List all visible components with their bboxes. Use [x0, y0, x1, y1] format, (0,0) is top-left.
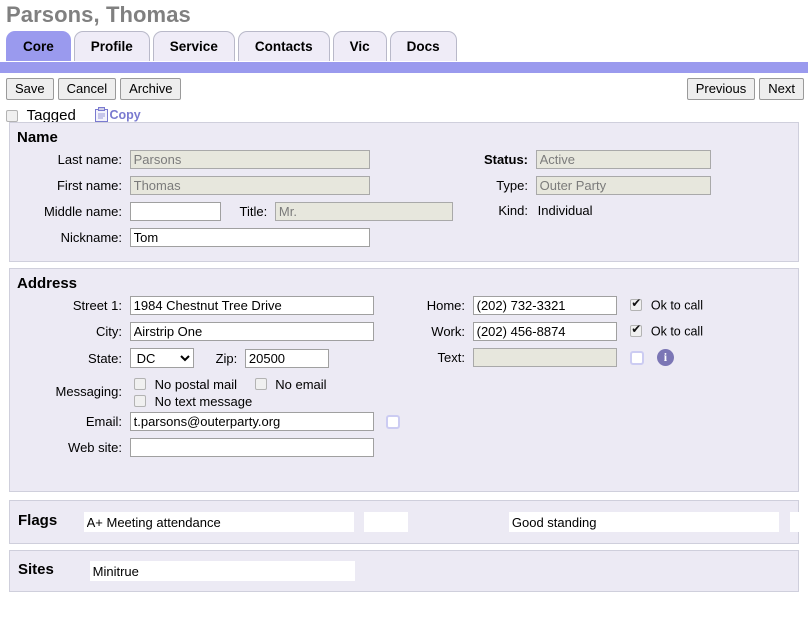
work-ok-to-call-checkbox[interactable] [630, 325, 642, 337]
sites-panel: Sites [9, 550, 799, 592]
flag-field-1[interactable] [84, 512, 354, 532]
toolbar-nav-group: PreviousNext [683, 78, 804, 100]
last-name-field[interactable] [130, 150, 370, 169]
flag-field-2[interactable] [509, 512, 779, 532]
info-icon[interactable]: i [657, 349, 674, 366]
no-postal-mail-label: No postal mail [155, 377, 237, 392]
type-label: Type: [440, 178, 528, 193]
home-phone-field[interactable] [473, 296, 617, 315]
sites-row: Sites [10, 551, 798, 581]
title-field[interactable] [275, 202, 453, 221]
no-text-message-label: No text message [155, 394, 253, 409]
zip-label: Zip: [205, 351, 237, 366]
tab-docs[interactable]: Docs [390, 31, 457, 61]
email-flag-checkbox[interactable] [386, 415, 400, 429]
work-ok-to-call-label: Ok to call [651, 325, 703, 339]
title-label: Title: [229, 204, 267, 219]
middle-name-field[interactable] [130, 202, 221, 221]
toolbar: SaveCancelArchive PreviousNext [0, 73, 808, 101]
first-name-label: First name: [10, 178, 122, 193]
first-name-field[interactable] [130, 176, 370, 195]
middle-name-label: Middle name: [10, 204, 122, 219]
no-email-label: No email [275, 377, 326, 392]
tab-strip: CoreProfileServiceContactsVicDocs [0, 31, 808, 62]
no-email-checkbox[interactable] [255, 378, 267, 390]
no-text-message-checkbox[interactable] [134, 395, 146, 407]
email-field[interactable] [130, 412, 374, 431]
website-label: Web site: [10, 440, 122, 455]
address-panel: Address Street 1: City: State: DCMDVA Zi… [9, 268, 799, 492]
text-phone-field[interactable] [473, 348, 617, 367]
previous-button[interactable]: Previous [687, 78, 756, 100]
city-field[interactable] [130, 322, 374, 341]
name-right-column: Status: Type: Kind: Individual [440, 150, 711, 228]
website-field[interactable] [130, 438, 374, 457]
street1-field[interactable] [130, 296, 374, 315]
text-ok-checkbox[interactable] [630, 351, 644, 365]
address-panel-body: Street 1: City: State: DCMDVA Zip: Messa… [10, 296, 798, 464]
messaging-row-1: No postal mail No email [134, 376, 327, 392]
save-button[interactable]: Save [6, 78, 54, 100]
status-field[interactable] [536, 150, 711, 169]
kind-label: Kind: [440, 203, 528, 218]
tab-core[interactable]: Core [6, 31, 71, 61]
flags-panel-title: Flags [10, 512, 80, 529]
home-phone-label: Home: [415, 298, 465, 313]
last-name-label: Last name: [10, 152, 122, 167]
kind-value: Individual [538, 203, 593, 218]
flags-panel: Flags [9, 500, 799, 544]
sites-panel-title: Sites [10, 561, 80, 578]
name-panel-body: Last name: First name: Middle name: Titl… [10, 150, 798, 254]
type-field[interactable] [536, 176, 711, 195]
next-button[interactable]: Next [759, 78, 804, 100]
nickname-label: Nickname: [10, 230, 122, 245]
work-phone-label: Work: [415, 324, 465, 339]
clipboard-icon [95, 107, 108, 122]
state-select[interactable]: DCMDVA [130, 348, 194, 368]
tagged-row: Tagged Copy [0, 101, 808, 122]
home-ok-to-call-label: Ok to call [651, 299, 703, 313]
copy-link[interactable]: Copy [95, 108, 140, 122]
tab-vic[interactable]: Vic [333, 31, 387, 61]
tab-underline-bar [0, 62, 808, 73]
street1-label: Street 1: [10, 298, 122, 313]
address-panel-title: Address [10, 269, 798, 296]
home-ok-to-call-checkbox[interactable] [630, 299, 642, 311]
text-phone-label: Text: [415, 350, 465, 365]
state-label: State: [10, 351, 122, 366]
page-title: Parsons, Thomas [0, 0, 808, 28]
archive-button[interactable]: Archive [120, 78, 181, 100]
city-label: City: [10, 324, 122, 339]
flag-extra-field-2[interactable] [790, 512, 808, 532]
messaging-row-2: No text message [134, 393, 252, 409]
email-label: Email: [10, 414, 122, 429]
flags-row: Flags [10, 501, 798, 532]
tab-service[interactable]: Service [153, 31, 235, 61]
cancel-button[interactable]: Cancel [58, 78, 116, 100]
messaging-label: Messaging: [10, 384, 122, 399]
zip-field[interactable] [245, 349, 329, 368]
tagged-checkbox[interactable] [6, 110, 18, 122]
copy-label: Copy [109, 108, 140, 122]
address-right-column: Home: Ok to call Work: Ok to call Text: … [415, 296, 703, 374]
tab-profile[interactable]: Profile [74, 31, 150, 61]
tab-contacts[interactable]: Contacts [238, 31, 330, 61]
messaging-block: Messaging: No postal mail No email No te… [10, 374, 798, 412]
site-field-1[interactable] [90, 561, 355, 581]
no-postal-mail-checkbox[interactable] [134, 378, 146, 390]
status-label: Status: [440, 152, 528, 167]
flag-extra-field-1[interactable] [364, 512, 408, 532]
nickname-field[interactable] [130, 228, 370, 247]
name-panel: Name Last name: First name: Middle name:… [9, 122, 799, 262]
name-panel-title: Name [10, 123, 798, 150]
work-phone-field[interactable] [473, 322, 617, 341]
